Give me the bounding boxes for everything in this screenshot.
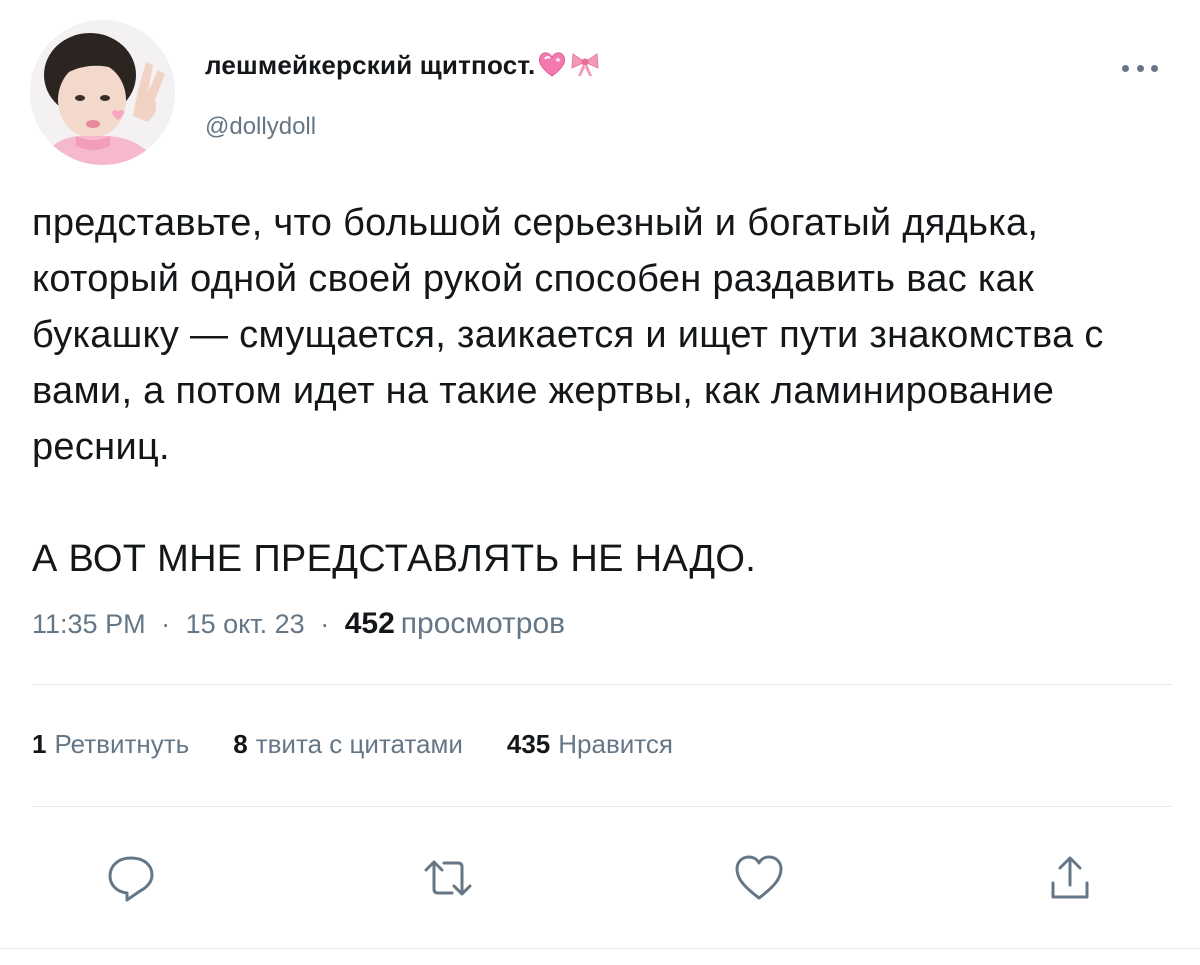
share-button[interactable] bbox=[1040, 848, 1100, 908]
bottom-border bbox=[0, 948, 1200, 949]
heart-emoji-icon bbox=[537, 51, 567, 84]
stat-retweets[interactable]: 1 Ретвитнуть bbox=[32, 729, 189, 760]
stat-quote-tweets[interactable]: 8 твита с цитатами bbox=[233, 729, 463, 760]
more-dot bbox=[1122, 64, 1129, 72]
ribbon-emoji-icon bbox=[569, 51, 601, 84]
reply-button[interactable] bbox=[101, 848, 161, 908]
tweet-time[interactable]: 11:35 PM bbox=[32, 609, 146, 639]
tweet-text: представьте, что большой серьезный и бог… bbox=[32, 195, 1182, 587]
like-button[interactable] bbox=[729, 848, 789, 908]
avatar-image bbox=[30, 20, 175, 165]
stat-label: Ретвитнуть bbox=[54, 729, 190, 759]
divider bbox=[32, 806, 1172, 807]
author-display-name[interactable]: лешмейкерский щитпост. bbox=[205, 50, 601, 84]
reply-icon bbox=[108, 856, 154, 902]
divider bbox=[32, 684, 1172, 685]
tweet-text-paragraph: представьте, что большой серьезный и бог… bbox=[32, 202, 1104, 468]
more-options-icon[interactable] bbox=[1122, 58, 1158, 78]
like-icon bbox=[735, 855, 783, 900]
more-dot bbox=[1151, 64, 1158, 72]
stat-count: 435 bbox=[506, 729, 551, 759]
tweet-meta: 11:35 PM · 15 окт. 23 · 452 просмотров bbox=[32, 607, 565, 641]
tweet-card: лешмейкерский щитпост. @dollydoll предст… bbox=[0, 0, 1200, 965]
stat-count: 8 bbox=[233, 729, 248, 759]
stat-label: твита с цитатами bbox=[255, 729, 463, 759]
stat-likes[interactable]: 435 Нравится bbox=[507, 729, 673, 760]
author-name-text: лешмейкерский щитпост. bbox=[205, 50, 536, 80]
views-count: 452 bbox=[344, 607, 395, 640]
author-handle[interactable]: @dollydoll bbox=[205, 113, 316, 141]
retweet-button[interactable] bbox=[418, 848, 478, 908]
meta-separator: · bbox=[161, 609, 171, 639]
stat-label: Нравится bbox=[558, 729, 673, 759]
tweet-date[interactable]: 15 окт. 23 bbox=[186, 609, 305, 639]
tweet-text-paragraph: А ВОТ МНЕ ПРЕДСТАВЛЯТЬ НЕ НАДО. bbox=[32, 538, 757, 580]
views-label: просмотров bbox=[400, 607, 566, 640]
share-icon bbox=[1051, 856, 1089, 899]
retweet-icon bbox=[424, 860, 472, 896]
avatar[interactable] bbox=[30, 20, 175, 165]
stat-count: 1 bbox=[32, 729, 47, 759]
tweet-stats: 1 Ретвитнуть 8 твита с цитатами 435 Нравитс… bbox=[32, 729, 717, 760]
more-dot bbox=[1136, 64, 1144, 72]
meta-separator: · bbox=[320, 609, 330, 639]
